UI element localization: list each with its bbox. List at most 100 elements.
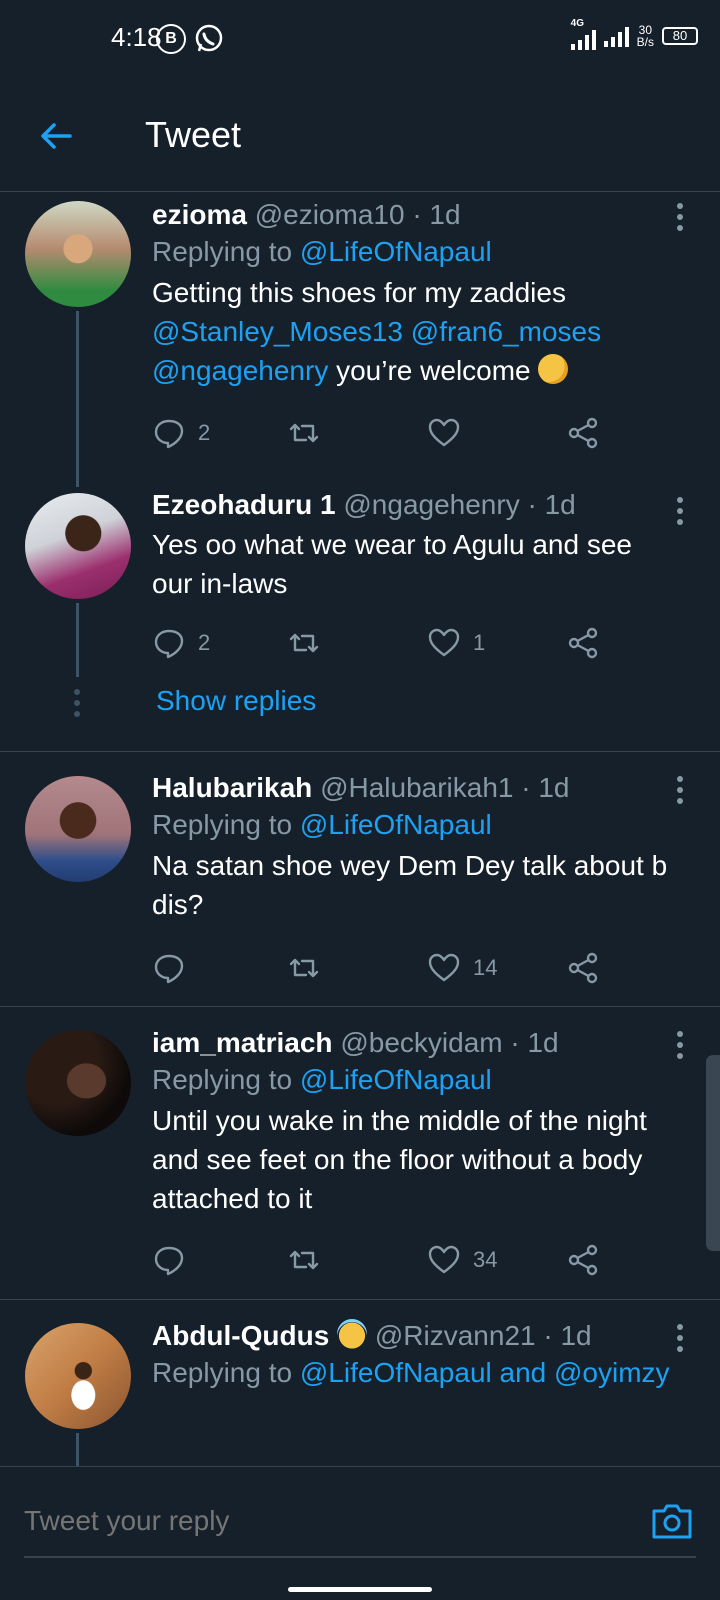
like-button[interactable] bbox=[427, 413, 473, 453]
more-options-icon[interactable] bbox=[676, 1324, 684, 1352]
show-replies-link[interactable]: Show replies bbox=[156, 685, 316, 717]
like-button[interactable]: 1 bbox=[427, 623, 485, 663]
tweet-text: Na satan shoe wey Dem Dey talk about b d… bbox=[152, 850, 668, 920]
app-b-icon: B bbox=[156, 24, 186, 54]
replying-to: Replying to @LifeOfNapaul and @oyimzy bbox=[152, 1357, 670, 1388]
tweet-header: Halubarikah @Halubarikah1 · 1d bbox=[152, 770, 680, 806]
status-indicators: 4G 30 B/s 80 bbox=[570, 18, 698, 50]
heart-icon bbox=[428, 628, 460, 657]
avatar[interactable] bbox=[25, 1030, 131, 1136]
retweet-button[interactable] bbox=[287, 1240, 321, 1280]
retweet-button[interactable] bbox=[287, 948, 321, 988]
tweet-header: iam_matriach @beckyidam · 1d bbox=[152, 1025, 680, 1061]
reply-feed[interactable]: ezioma @ezioma10 · 1d Replying to @LifeO… bbox=[0, 193, 720, 1466]
display-name[interactable]: ezioma bbox=[152, 199, 247, 230]
replying-to: Replying to @LifeOfNapaul bbox=[152, 1064, 492, 1095]
reply-icon bbox=[154, 1246, 184, 1276]
tweet-actions: 14 bbox=[152, 948, 622, 988]
mention-link[interactable]: @ngagehenry bbox=[152, 355, 328, 386]
tweet-actions: 2 1 bbox=[152, 623, 622, 663]
heart-icon bbox=[428, 1245, 460, 1274]
thread-line bbox=[76, 1433, 79, 1466]
tweet-header: ezioma @ezioma10 · 1d bbox=[152, 197, 680, 233]
heart-icon bbox=[428, 953, 460, 982]
page-title: Tweet bbox=[145, 114, 242, 155]
more-options-icon[interactable] bbox=[676, 497, 684, 525]
reply-icon bbox=[154, 629, 184, 659]
thread-line bbox=[76, 311, 79, 487]
share-icon bbox=[568, 952, 598, 984]
mention-link[interactable]: @LifeOfNapaul bbox=[300, 236, 492, 267]
scrollbar-thumb[interactable] bbox=[706, 1055, 720, 1251]
retweet-icon bbox=[289, 633, 319, 653]
display-name[interactable]: Halubarikah bbox=[152, 772, 312, 803]
signal-4g-icon: 4G bbox=[570, 18, 596, 50]
share-icon bbox=[568, 1244, 598, 1276]
reply-input[interactable] bbox=[24, 1497, 614, 1545]
more-options-icon[interactable] bbox=[676, 203, 684, 231]
share-button[interactable] bbox=[566, 623, 600, 663]
tweet-text: Until you wake in the middle of the nigh… bbox=[152, 1105, 647, 1214]
thread-dots bbox=[74, 689, 80, 717]
share-icon bbox=[568, 417, 598, 449]
status-bar: 4:18 B 4G 30 B/s 80 bbox=[0, 0, 720, 80]
more-options-icon[interactable] bbox=[676, 776, 684, 804]
share-button[interactable] bbox=[566, 413, 600, 453]
heart-icon bbox=[428, 418, 460, 447]
tweet-item[interactable]: ezioma @ezioma10 · 1d Replying to @LifeO… bbox=[0, 193, 720, 487]
avatar[interactable] bbox=[25, 493, 131, 599]
retweet-button[interactable] bbox=[287, 623, 321, 663]
mention-link[interactable]: @fran6_moses bbox=[411, 316, 601, 347]
retweet-icon bbox=[289, 423, 319, 443]
tweet-actions: 34 bbox=[152, 1240, 622, 1280]
mention-link[interactable]: @Stanley_Moses13 bbox=[152, 316, 403, 347]
thread-line bbox=[76, 603, 79, 677]
camera-icon[interactable] bbox=[650, 1501, 694, 1541]
handle-and-time: @Rizvann21 · 1d bbox=[374, 1320, 592, 1351]
retweet-icon bbox=[289, 1250, 319, 1270]
like-button[interactable]: 34 bbox=[427, 1240, 497, 1280]
mention-link[interactable]: @LifeOfNapaul and @oyimzy bbox=[300, 1357, 670, 1388]
tweet-item[interactable]: iam_matriach @beckyidam · 1d Replying to… bbox=[0, 1007, 720, 1300]
whatsapp-icon bbox=[195, 24, 223, 52]
avatar[interactable] bbox=[25, 1323, 131, 1429]
reply-composer bbox=[0, 1466, 720, 1600]
reply-button[interactable] bbox=[152, 1240, 198, 1280]
retweet-button[interactable] bbox=[287, 413, 321, 453]
avatar[interactable] bbox=[25, 776, 131, 882]
share-icon bbox=[568, 627, 598, 659]
input-underline bbox=[24, 1556, 696, 1558]
share-button[interactable] bbox=[566, 948, 600, 988]
handle-and-time: @ezioma10 · 1d bbox=[254, 199, 461, 230]
tweet-item[interactable]: Ezeohaduru 1 @ngagehenry · 1d Yes oo wha… bbox=[0, 487, 720, 752]
mention-link[interactable]: @LifeOfNapaul bbox=[300, 1064, 492, 1095]
display-name[interactable]: Abdul-Qudus bbox=[152, 1320, 329, 1351]
reply-button[interactable]: 2 bbox=[152, 413, 210, 453]
retweet-icon bbox=[289, 958, 319, 978]
replying-to: Replying to @LifeOfNapaul bbox=[152, 236, 492, 267]
reply-icon bbox=[154, 954, 184, 984]
reply-button[interactable]: 2 bbox=[152, 623, 210, 663]
mention-link[interactable]: @LifeOfNapaul bbox=[300, 809, 492, 840]
handle-and-time: @ngagehenry · 1d bbox=[343, 489, 576, 520]
signal-icon bbox=[603, 25, 629, 47]
tweet-text: Yes oo what we wear to Agulu and see our… bbox=[152, 529, 632, 599]
top-app-bar: Tweet bbox=[0, 80, 720, 192]
handle-and-time: @beckyidam · 1d bbox=[340, 1027, 559, 1058]
tweet-item[interactable]: Abdul-Qudus @Rizvann21 · 1d Replying to … bbox=[0, 1300, 720, 1466]
more-options-icon[interactable] bbox=[676, 1031, 684, 1059]
tweet-item[interactable]: Halubarikah @Halubarikah1 · 1d Replying … bbox=[0, 752, 720, 1007]
share-button[interactable] bbox=[566, 1240, 600, 1280]
reply-button[interactable] bbox=[152, 948, 198, 988]
display-name[interactable]: Ezeohaduru 1 bbox=[152, 489, 336, 520]
like-button[interactable]: 14 bbox=[427, 948, 497, 988]
network-speed: 30 B/s bbox=[636, 23, 654, 49]
status-time: 4:18 bbox=[111, 22, 162, 52]
display-name[interactable]: iam_matriach bbox=[152, 1027, 333, 1058]
avatar[interactable] bbox=[25, 201, 131, 307]
battery-icon: 80 bbox=[662, 27, 698, 45]
home-indicator[interactable] bbox=[288, 1587, 432, 1592]
back-arrow-icon[interactable] bbox=[36, 116, 76, 156]
smiling-face-with-hearts-emoji bbox=[538, 354, 569, 384]
tweet-header: Ezeohaduru 1 @ngagehenry · 1d bbox=[152, 487, 680, 523]
